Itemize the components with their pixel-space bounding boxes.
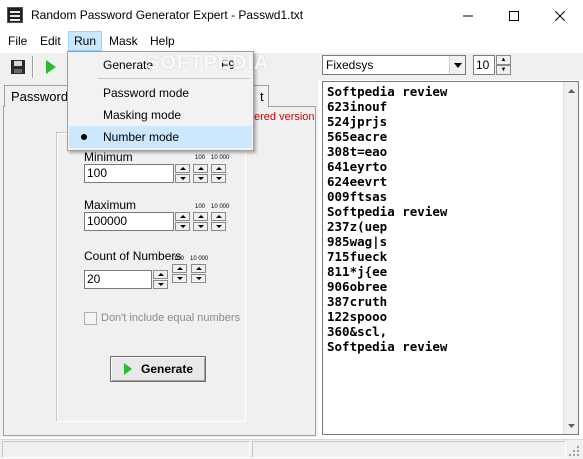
play-icon <box>46 60 56 74</box>
resize-grip-icon[interactable] <box>568 445 580 457</box>
count-up-100[interactable] <box>172 264 187 273</box>
output-line: 985wag|s <box>327 234 388 249</box>
maximum-up[interactable] <box>175 212 190 221</box>
equal-numbers-label: Don't include equal numbers <box>101 312 241 324</box>
floppy-icon <box>11 60 25 74</box>
maximum-up-10000[interactable] <box>211 212 226 221</box>
output-line: Softpedia review <box>327 84 448 99</box>
menu-item-number-mode-label: Number mode <box>103 130 180 144</box>
vertical-scrollbar[interactable] <box>563 82 578 434</box>
equal-numbers-checkbox[interactable] <box>84 312 97 325</box>
output-line: 565eacre <box>327 129 388 144</box>
step-10000-label: 10 000 <box>211 204 230 210</box>
output-line: 641eyrto <box>327 159 388 174</box>
status-panel-1 <box>2 441 250 458</box>
chevron-down-icon[interactable] <box>449 56 465 74</box>
close-icon <box>555 10 565 21</box>
output-line: 624eevrt <box>327 174 388 189</box>
menu-mask[interactable]: Mask <box>104 31 143 51</box>
menu-item-password-mode[interactable]: Password mode <box>69 82 252 104</box>
count-field[interactable]: 20 <box>84 270 152 289</box>
menu-item-masking-mode[interactable]: Masking mode <box>69 104 252 126</box>
step-100-label: 100 <box>195 204 206 210</box>
maximum-label: Maximum <box>84 198 137 212</box>
count-up[interactable] <box>153 270 168 279</box>
status-panel-2 <box>252 441 566 458</box>
output-line: 009ftsas <box>327 189 388 204</box>
menu-run[interactable]: Run <box>68 31 103 51</box>
toolbar-separator <box>32 56 34 78</box>
scroll-up-icon[interactable] <box>564 82 579 99</box>
font-size-up[interactable]: ▲ <box>496 55 511 65</box>
minimum-down-10000[interactable] <box>211 174 226 183</box>
play-icon <box>123 363 132 375</box>
generate-button[interactable]: Generate <box>110 356 206 382</box>
font-select[interactable]: Fixedsys <box>322 55 466 75</box>
save-button[interactable] <box>7 56 29 78</box>
menu-file[interactable]: File <box>3 31 32 51</box>
count-down-10000[interactable] <box>191 274 206 283</box>
scroll-down-icon[interactable] <box>564 417 579 434</box>
output-line: 237z(uep <box>327 219 388 234</box>
output-line: 906obree <box>327 279 388 294</box>
minimize-button[interactable] <box>445 0 491 31</box>
minimum-down[interactable] <box>175 174 190 183</box>
output-line: 524jprjs <box>327 114 388 129</box>
step-10000-label: 10 000 <box>190 256 209 262</box>
maximize-button[interactable] <box>491 0 537 31</box>
output-line: Softpedia review <box>327 339 448 354</box>
count-down-100[interactable] <box>172 274 187 283</box>
output-text-area[interactable]: Softpedia review 623inouf 524jprjs 565eacre… <box>322 81 579 435</box>
step-10000-label: 10 000 <box>211 155 230 161</box>
menu-item-number-mode[interactable]: Number mode <box>69 126 252 148</box>
minimum-up-10000[interactable] <box>211 164 226 173</box>
maximum-down-10000[interactable] <box>211 222 226 231</box>
menu-help[interactable]: Help <box>145 31 180 51</box>
generate-button-label: Generate <box>140 362 194 376</box>
minimum-down-100[interactable] <box>193 174 208 183</box>
app-icon[interactable] <box>7 7 23 23</box>
maximize-icon <box>509 10 519 21</box>
registered-notice: ered version <box>254 111 315 123</box>
menu-edit[interactable]: Edit <box>35 31 66 51</box>
font-size-down[interactable]: ▼ <box>496 65 511 75</box>
minimum-field[interactable]: 100 <box>84 164 174 183</box>
softpedia-watermark: SOFTPEDIA <box>146 52 270 74</box>
menu-separator <box>98 78 250 79</box>
maximum-down[interactable] <box>175 222 190 231</box>
maximum-up-100[interactable] <box>193 212 208 221</box>
output-line: 360&scl, <box>327 324 388 339</box>
output-line: 715fueck <box>327 249 388 264</box>
minimum-up-100[interactable] <box>193 164 208 173</box>
run-button[interactable] <box>40 56 62 78</box>
step-100-label: 100 <box>174 256 185 262</box>
minimum-label: Minimum <box>84 150 133 164</box>
output-line: Softpedia review <box>327 204 448 219</box>
tab-password[interactable]: Password <box>4 85 70 107</box>
step-100-label: 100 <box>195 155 206 161</box>
maximum-down-100[interactable] <box>193 222 208 231</box>
font-select-value: Fixedsys <box>326 58 374 72</box>
count-label: Count of Numbers <box>84 249 182 263</box>
close-button[interactable] <box>537 0 583 31</box>
menu-item-password-mode-label: Password mode <box>103 86 190 100</box>
output-line: 387cruth <box>327 294 388 309</box>
tab-third[interactable]: t <box>253 85 269 107</box>
minimize-icon <box>463 15 473 16</box>
maximum-field[interactable]: 100000 <box>84 212 174 231</box>
output-lines: Softpedia review 623inouf 524jprjs 565eacre… <box>327 84 447 354</box>
radio-bullet-icon <box>81 134 87 140</box>
count-down[interactable] <box>153 280 168 289</box>
window-title: Random Password Generator Expert - Passw… <box>31 8 304 22</box>
count-up-10000[interactable] <box>191 264 206 273</box>
font-size-value: 10 <box>476 58 490 72</box>
output-line: 623inouf <box>327 99 388 114</box>
output-line: 308t=eao <box>327 144 388 159</box>
font-size-field[interactable]: 10 <box>473 55 495 75</box>
output-line: 811*j{ee <box>327 264 388 279</box>
output-line: 122spooo <box>327 309 388 324</box>
menu-item-masking-mode-label: Masking mode <box>103 108 182 122</box>
minimum-up[interactable] <box>175 164 190 173</box>
